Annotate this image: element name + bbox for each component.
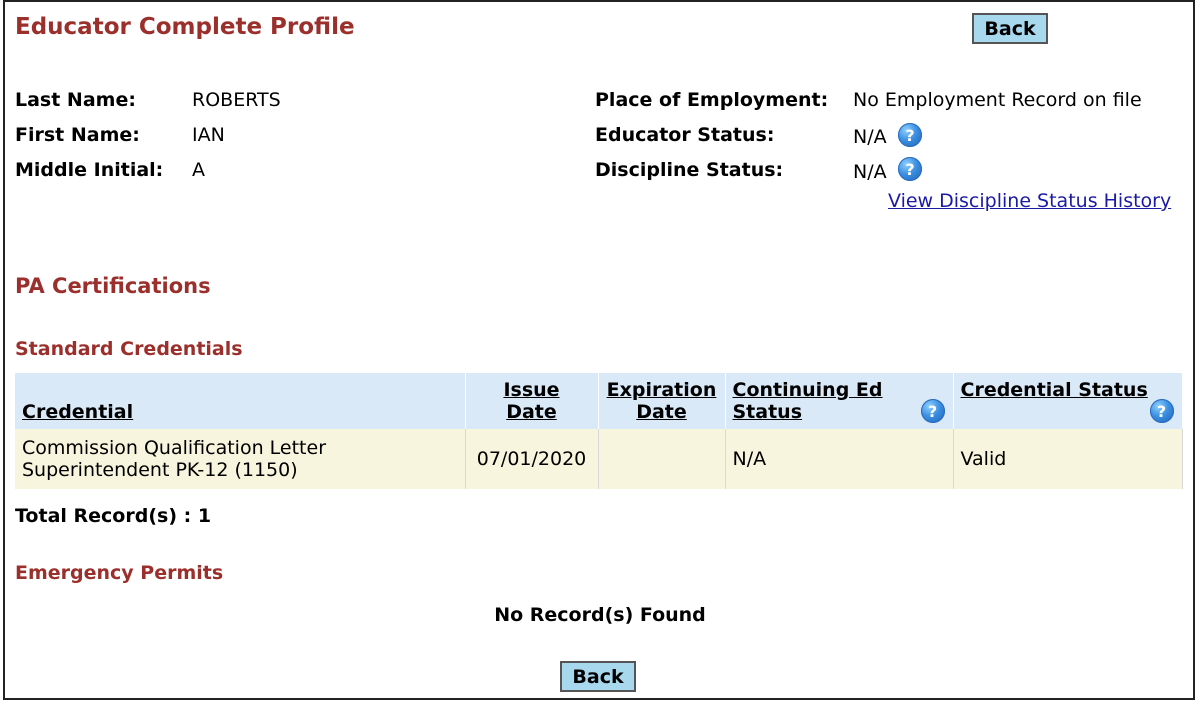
discipline-status-help-icon[interactable]: ? — [898, 157, 922, 181]
credential-status-cell: Valid — [953, 429, 1183, 489]
educator-status-help-icon[interactable]: ? — [898, 123, 922, 147]
ce-status-header-line2: Status — [732, 401, 803, 423]
discipline-status-value: N/A — [853, 161, 887, 183]
credential-status-help-icon[interactable]: ? — [1149, 399, 1174, 423]
column-header-credential-status[interactable]: Credential Status ? — [953, 373, 1183, 429]
first-name-value: IAN — [192, 124, 225, 146]
credential-status-header-label: Credential Status — [960, 379, 1148, 401]
column-header-credential[interactable]: Credential — [15, 373, 466, 429]
expiration-date-header-line1: Expiration — [606, 379, 717, 401]
educator-status-value: N/A — [853, 126, 887, 148]
employment-label: Place of Employment: — [595, 89, 829, 111]
back-button-top[interactable]: Back — [972, 13, 1048, 44]
total-records: Total Record(s) : 1 — [15, 505, 212, 527]
discipline-history-link[interactable]: View Discipline Status History — [888, 190, 1171, 212]
column-header-credential-label: Credential — [22, 401, 134, 423]
last-name-label: Last Name: — [15, 89, 136, 111]
educator-status-label: Educator Status: — [595, 124, 775, 146]
no-records-message: No Record(s) Found — [494, 604, 706, 626]
credential-cell: Commission Qualification Letter Superint… — [15, 429, 466, 489]
last-name-value: ROBERTS — [192, 89, 281, 111]
employment-value: No Employment Record on file — [853, 89, 1142, 111]
middle-initial-value: A — [192, 159, 205, 181]
issue-date-cell: 07/01/2020 — [465, 429, 599, 489]
issue-date-header-line2: Date — [506, 401, 557, 423]
discipline-status-label: Discipline Status: — [595, 159, 784, 181]
ce-status-header-line1: Continuing Ed — [732, 379, 883, 401]
certifications-heading: PA Certifications — [15, 274, 211, 298]
middle-initial-label: Middle Initial: — [15, 159, 164, 181]
emergency-permits-heading: Emergency Permits — [15, 562, 224, 584]
column-header-issue-date[interactable]: Issue Date — [465, 373, 599, 429]
credential-name-line2: Superintendent PK-12 (1150) — [22, 459, 298, 481]
page-title: Educator Complete Profile — [15, 14, 355, 40]
ce-status-cell: N/A — [725, 429, 954, 489]
standard-credentials-heading: Standard Credentials — [15, 338, 243, 360]
credentials-table: Credential Issue Date Expiration Date Co… — [15, 373, 1183, 489]
expiration-date-cell — [598, 429, 726, 489]
issue-date-header-line1: Issue — [503, 379, 560, 401]
first-name-label: First Name: — [15, 124, 140, 146]
ce-status-help-icon[interactable]: ? — [920, 399, 945, 423]
table-row: Commission Qualification Letter Superint… — [15, 429, 1183, 489]
column-header-expiration-date[interactable]: Expiration Date — [598, 373, 726, 429]
credentials-header-row: Credential Issue Date Expiration Date Co… — [15, 373, 1183, 429]
expiration-date-header-line2: Date — [636, 401, 687, 423]
credential-name-line1: Commission Qualification Letter — [22, 437, 326, 459]
back-button-bottom[interactable]: Back — [560, 661, 636, 692]
column-header-ce-status[interactable]: Continuing Ed Status ? — [725, 373, 954, 429]
